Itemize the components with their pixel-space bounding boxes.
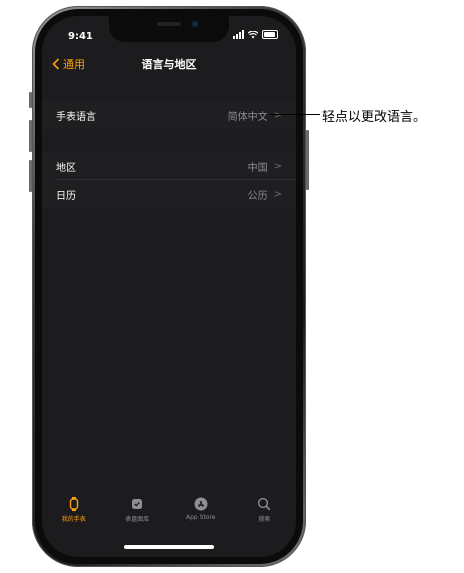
- status-time: 9:41: [68, 31, 93, 42]
- region-calendar-group: 地区 中国 > 日历 公历 >: [42, 152, 296, 208]
- home-indicator[interactable]: [124, 545, 214, 549]
- notch: [109, 16, 229, 42]
- wifi-icon: [248, 30, 258, 38]
- chevron-right-icon: >: [273, 109, 282, 121]
- face-gallery-icon: [132, 499, 143, 509]
- callout-line: [270, 114, 320, 115]
- back-button[interactable]: 通用: [52, 56, 85, 72]
- watch-icon: [69, 497, 78, 511]
- tab-label: 搜索: [258, 516, 271, 523]
- region-row[interactable]: 地区 中国 >: [42, 152, 296, 180]
- back-label: 通用: [63, 58, 85, 71]
- speaker-grille: [157, 22, 181, 26]
- watch-language-row[interactable]: 手表语言 简体中文 >: [42, 101, 296, 129]
- tab-search[interactable]: 搜索: [233, 497, 297, 537]
- chevron-left-icon: [52, 58, 60, 70]
- silent-switch: [29, 92, 32, 108]
- signal-icon: [233, 30, 244, 39]
- status-icons: [233, 30, 278, 39]
- tab-face-gallery[interactable]: 表盘图库: [106, 497, 170, 537]
- watch-language-label: 手表语言: [56, 111, 96, 123]
- chevron-right-icon: >: [273, 160, 282, 172]
- tab-my-watch[interactable]: 我的手表: [42, 497, 106, 537]
- region-value: 中国: [247, 162, 268, 174]
- tab-label: App Store: [186, 514, 216, 521]
- callout-text: 轻点以更改语言。: [322, 110, 427, 125]
- watch-language-value-wrap: 简体中文 >: [228, 108, 282, 123]
- region-label: 地区: [56, 162, 76, 174]
- calendar-row[interactable]: 日历 公历 >: [42, 180, 296, 208]
- volume-up-button: [29, 120, 32, 152]
- front-camera: [192, 21, 198, 27]
- navigation-bar: 语言与地区 通用: [42, 56, 296, 78]
- watch-language-group: 手表语言 简体中文 >: [42, 101, 296, 129]
- battery-icon: [262, 30, 278, 39]
- side-button: [306, 130, 309, 190]
- region-value-wrap: 中国 >: [248, 159, 282, 174]
- phone-screen: 9:41 语言与地区 通用 手表语言 简体中文 > 地区 中国 > 日历 公历 …: [42, 16, 296, 557]
- volume-down-button: [29, 160, 32, 192]
- calendar-value-wrap: 公历 >: [248, 187, 282, 202]
- search-icon: [258, 497, 271, 511]
- chevron-right-icon: >: [273, 188, 282, 200]
- watch-language-value: 简体中文: [227, 111, 268, 123]
- tab-bar: 我的手表 表盘图库 App Store 搜索: [42, 497, 296, 537]
- tab-label: 表盘图库: [125, 516, 150, 523]
- calendar-label: 日历: [56, 190, 76, 202]
- app-store-icon: [194, 497, 208, 511]
- calendar-value: 公历: [247, 190, 268, 202]
- tab-label: 我的手表: [61, 516, 86, 523]
- tab-app-store[interactable]: App Store: [169, 497, 233, 537]
